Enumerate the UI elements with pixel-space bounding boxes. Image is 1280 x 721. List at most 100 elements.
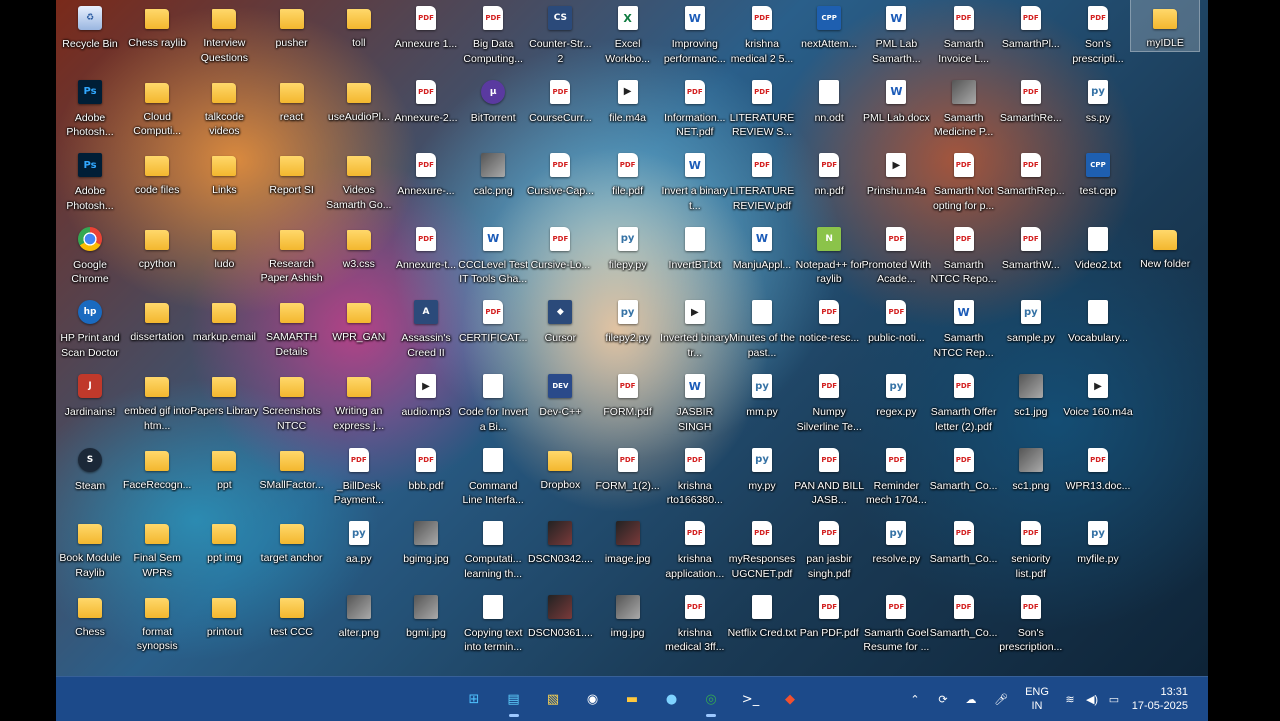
- desktop-icon[interactable]: PDF Samarth_Co...: [930, 442, 998, 494]
- desktop-icon[interactable]: Command Line Interfa...: [459, 442, 527, 508]
- desktop-icon[interactable]: code files: [123, 147, 191, 198]
- desktop-icon[interactable]: PDF Samarth_Co...: [930, 589, 998, 641]
- desktop-icon[interactable]: Interview Questions: [190, 0, 258, 65]
- desktop-icon[interactable]: W PML Lab Samarth...: [862, 0, 930, 66]
- desktop-icon[interactable]: PDF krishna medical 3ff...: [661, 589, 729, 655]
- desktop-icon[interactable]: ▶ audio.mp3: [392, 368, 460, 420]
- desktop-icon[interactable]: S Steam: [56, 442, 124, 494]
- desktop-icon[interactable]: Google Chrome: [56, 221, 124, 287]
- desktop-icon[interactable]: printout: [190, 589, 258, 640]
- desktop-icon[interactable]: CPP nextAttem...: [795, 0, 863, 52]
- desktop-icon[interactable]: Chess: [56, 589, 124, 640]
- desktop-icon[interactable]: Netflix Cred.txt: [728, 589, 796, 641]
- taskbar-git[interactable]: ◆: [776, 685, 804, 713]
- desktop-icon[interactable]: New folder: [1131, 221, 1199, 272]
- desktop-icon[interactable]: py resolve.py: [862, 515, 930, 567]
- desktop-icon[interactable]: PDF Pan PDF.pdf: [795, 589, 863, 641]
- desktop-icon[interactable]: WPR_GAN: [325, 294, 393, 345]
- desktop-icon[interactable]: py mm.py: [728, 368, 796, 420]
- desktop-icon[interactable]: PDF _BillDesk Payment...: [325, 442, 393, 508]
- desktop-icon[interactable]: py regex.py: [862, 368, 930, 420]
- desktop-icon[interactable]: calc.png: [459, 147, 527, 199]
- desktop-icon[interactable]: PDF Big Data Computing...: [459, 0, 527, 66]
- microphone-icon[interactable]: 🎤︎: [990, 677, 1012, 721]
- desktop-icon[interactable]: J Jardinains!: [56, 368, 124, 420]
- desktop-icon[interactable]: PDF FORM_1(2)...: [594, 442, 662, 494]
- desktop-icon[interactable]: image.jpg: [594, 515, 662, 567]
- desktop-icon[interactable]: PDF Samarth Invoice L...: [930, 0, 998, 66]
- desktop-icon[interactable]: Video2.txt: [1064, 221, 1132, 273]
- desktop-icon[interactable]: CPP test.cpp: [1064, 147, 1132, 199]
- desktop-icon[interactable]: Samarth Medicine P...: [930, 74, 998, 140]
- desktop-icon[interactable]: W Improving performanc...: [661, 0, 729, 66]
- desktop-icon[interactable]: PDF Promoted With Acade...: [862, 221, 931, 287]
- desktop-icon[interactable]: PDF Son's prescription...: [997, 589, 1065, 655]
- desktop-icon[interactable]: Links: [190, 147, 258, 198]
- desktop-icon[interactable]: PDF bbb.pdf: [392, 442, 460, 494]
- desktop-icon[interactable]: Papers Library: [190, 368, 259, 419]
- desktop-icon[interactable]: pusher: [258, 0, 326, 51]
- desktop-icon[interactable]: format synopsis: [123, 589, 191, 654]
- desktop-icon[interactable]: PDF Son's prescripti...: [1064, 0, 1132, 66]
- desktop-icon[interactable]: PDF SamarthPl...: [997, 0, 1065, 52]
- sync-icon[interactable]: ⟳: [932, 677, 954, 721]
- desktop-icon[interactable]: PDF Annexure-2...: [392, 74, 460, 126]
- desktop-icon[interactable]: py filepy2.py: [594, 294, 662, 346]
- desktop-icon[interactable]: markup.email: [190, 294, 258, 345]
- start-button[interactable]: ⊞: [460, 685, 488, 713]
- desktop-icon[interactable]: X Excel Workbo...: [594, 0, 662, 66]
- desktop-icon[interactable]: myIDLE: [1130, 0, 1201, 52]
- desktop-icon[interactable]: PDF FORM.pdf: [594, 368, 662, 420]
- desktop-icon[interactable]: py filepy.py: [594, 221, 662, 273]
- desktop-icon[interactable]: Cloud Computi...: [123, 74, 191, 139]
- desktop-icon[interactable]: PDF Cursive-Lo...: [526, 221, 594, 273]
- desktop-icon[interactable]: w3.css: [325, 221, 393, 272]
- taskbar-app[interactable]: ●: [658, 685, 686, 713]
- desktop-icon[interactable]: ◆ Cursor: [526, 294, 594, 346]
- desktop-icon[interactable]: bgimg.jpg: [392, 515, 460, 567]
- desktop-icon[interactable]: ▶ Prinshu.m4a: [862, 147, 930, 199]
- desktop-icon[interactable]: N Notepad++ for raylib: [795, 221, 863, 287]
- desktop-icon[interactable]: PDF SamarthRep...: [997, 147, 1065, 199]
- desktop-icon[interactable]: PDF file.pdf: [594, 147, 662, 199]
- desktop-icon[interactable]: Research Paper Ashish: [258, 221, 326, 286]
- desktop-icon[interactable]: PDF krishna rto166380...: [661, 442, 729, 508]
- desktop-icon[interactable]: DSCN0361....: [526, 589, 594, 641]
- desktop-icon[interactable]: bgmi.jpg: [392, 589, 460, 641]
- desktop-icon[interactable]: PDF Numpy Silverline Te...: [795, 368, 863, 434]
- desktop-icon[interactable]: embed gif into htm...: [123, 368, 191, 433]
- desktop-icon[interactable]: PDF Annexure-t...: [392, 221, 460, 273]
- language-indicator[interactable]: ENG IN: [1020, 677, 1054, 721]
- desktop-icon[interactable]: Ps Adobe Photosh...: [56, 147, 124, 213]
- clock[interactable]: 13:31 17-05-2025: [1128, 677, 1188, 721]
- desktop-icon[interactable]: Screenshots NTCC: [258, 368, 326, 433]
- desktop-icon[interactable]: toll: [325, 0, 393, 51]
- taskbar-file-explorer[interactable]: ▬: [618, 685, 646, 713]
- desktop-icon[interactable]: cpython: [123, 221, 191, 272]
- desktop-icon[interactable]: SAMARTH Details: [258, 294, 326, 359]
- desktop-icon[interactable]: W CCCLevel Test IT Tools Gha...: [458, 221, 528, 287]
- desktop-icon[interactable]: target anchor: [258, 515, 326, 566]
- desktop-icon[interactable]: alter.png: [325, 589, 393, 641]
- desktop-icon[interactable]: test CCC: [258, 589, 326, 640]
- desktop-icon[interactable]: PDF Samarth Goel Resume for ...: [862, 589, 930, 655]
- desktop-icon[interactable]: W Samarth NTCC Rep...: [930, 294, 998, 360]
- desktop-icon[interactable]: W PML Lab.docx: [862, 74, 930, 126]
- desktop-icon[interactable]: react: [258, 74, 326, 125]
- desktop-icon[interactable]: PDF Information... NET.pdf: [661, 74, 729, 140]
- desktop-icon[interactable]: Dropbox: [526, 442, 594, 493]
- desktop-icon[interactable]: Book Module Raylib: [56, 515, 124, 580]
- desktop-icon[interactable]: DEV Dev-C++: [526, 368, 594, 420]
- volume-icon[interactable]: ◀︎): [1082, 677, 1102, 721]
- desktop-icon[interactable]: Chess raylib: [123, 0, 191, 51]
- desktop-icon[interactable]: PDF CourseCurr...: [526, 74, 594, 126]
- desktop-icon[interactable]: talkcode videos: [190, 74, 258, 139]
- desktop-icon[interactable]: useAudioPl...: [325, 74, 393, 125]
- desktop-icon[interactable]: PDF Annexure-...: [392, 147, 460, 199]
- battery-icon[interactable]: ▭: [1104, 677, 1124, 721]
- wifi-icon[interactable]: ≋: [1060, 677, 1080, 721]
- show-hidden-icons-chevron-icon[interactable]: ⌃: [906, 677, 924, 721]
- desktop-icon[interactable]: Vocabulary...: [1064, 294, 1132, 346]
- desktop-icon[interactable]: Final Sem WPRs: [123, 515, 191, 580]
- desktop-icon[interactable]: PDF PAN AND BILL JASB...: [794, 442, 864, 508]
